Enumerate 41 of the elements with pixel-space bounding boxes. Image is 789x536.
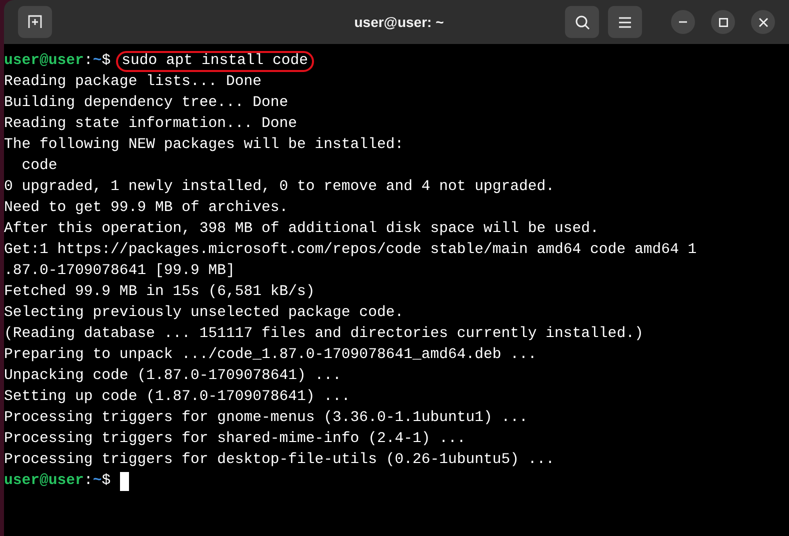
menu-icon xyxy=(619,16,631,28)
output-line: Reading package lists... Done xyxy=(4,73,262,92)
output-line: Preparing to unpack .../code_1.87.0-1709078641_amd64.deb ... xyxy=(4,346,537,365)
prompt-symbol: $ xyxy=(102,472,111,491)
new-tab-icon xyxy=(28,15,42,29)
output-line: Setting up code (1.87.0-1709078641) ... xyxy=(4,388,350,407)
output-line: Selecting previously unselected package code. xyxy=(4,304,404,323)
maximize-button[interactable] xyxy=(711,10,735,34)
search-icon xyxy=(574,14,590,30)
prompt-path: ~ xyxy=(92,472,102,491)
close-button[interactable] xyxy=(751,10,775,34)
output-line: code xyxy=(20,157,58,176)
prompt-user: user@user xyxy=(4,472,84,491)
output-line: Building dependency tree... Done xyxy=(4,94,288,113)
prompt-separator: : xyxy=(84,472,93,491)
command-text: sudo apt install code xyxy=(116,51,314,72)
new-tab-button[interactable] xyxy=(18,6,52,38)
prompt-user: user@user xyxy=(4,52,84,71)
output-line: Processing triggers for shared-mime-info (2.4-1) ... xyxy=(4,430,466,449)
prompt-symbol: $ xyxy=(102,52,111,71)
search-button[interactable] xyxy=(565,6,599,38)
window-title: user@user: ~ xyxy=(353,12,445,32)
maximize-icon xyxy=(718,18,728,26)
output-line: Reading state information... Done xyxy=(4,115,298,134)
output-line: Need to get 99.9 MB of archives. xyxy=(4,199,288,218)
prompt-separator: : xyxy=(84,52,93,71)
output-line: .87.0-1709078641 [99.9 MB] xyxy=(4,262,235,281)
close-icon xyxy=(758,18,768,26)
output-line: Get:1 https://packages.microsoft.com/repos/code stable/main amd64 code amd64 1 xyxy=(4,241,697,260)
output-line: The following NEW packages will be installed: xyxy=(4,136,404,155)
output-line: (Reading database ... 151117 files and directories currently installed.) xyxy=(4,325,644,344)
menu-button[interactable] xyxy=(608,6,642,38)
output-line: Processing triggers for gnome-menus (3.36.0-1.1ubuntu1) ... xyxy=(4,409,528,428)
output-line: 0 upgraded, 1 newly installed, 0 to remove and 4 not upgraded. xyxy=(4,178,555,197)
output-line: Unpacking code (1.87.0-1709078641) ... xyxy=(4,367,342,386)
output-line: After this operation, 398 MB of additional disk space will be used. xyxy=(4,220,599,239)
prompt-path: ~ xyxy=(92,52,102,71)
minimize-icon xyxy=(679,21,687,23)
minimize-button[interactable] xyxy=(671,10,695,34)
output-line: Fetched 99.9 MB in 15s (6,581 kB/s) xyxy=(4,283,315,302)
output-line: Processing triggers for desktop-file-utils (0.26-1ubuntu5) ... xyxy=(4,451,555,470)
